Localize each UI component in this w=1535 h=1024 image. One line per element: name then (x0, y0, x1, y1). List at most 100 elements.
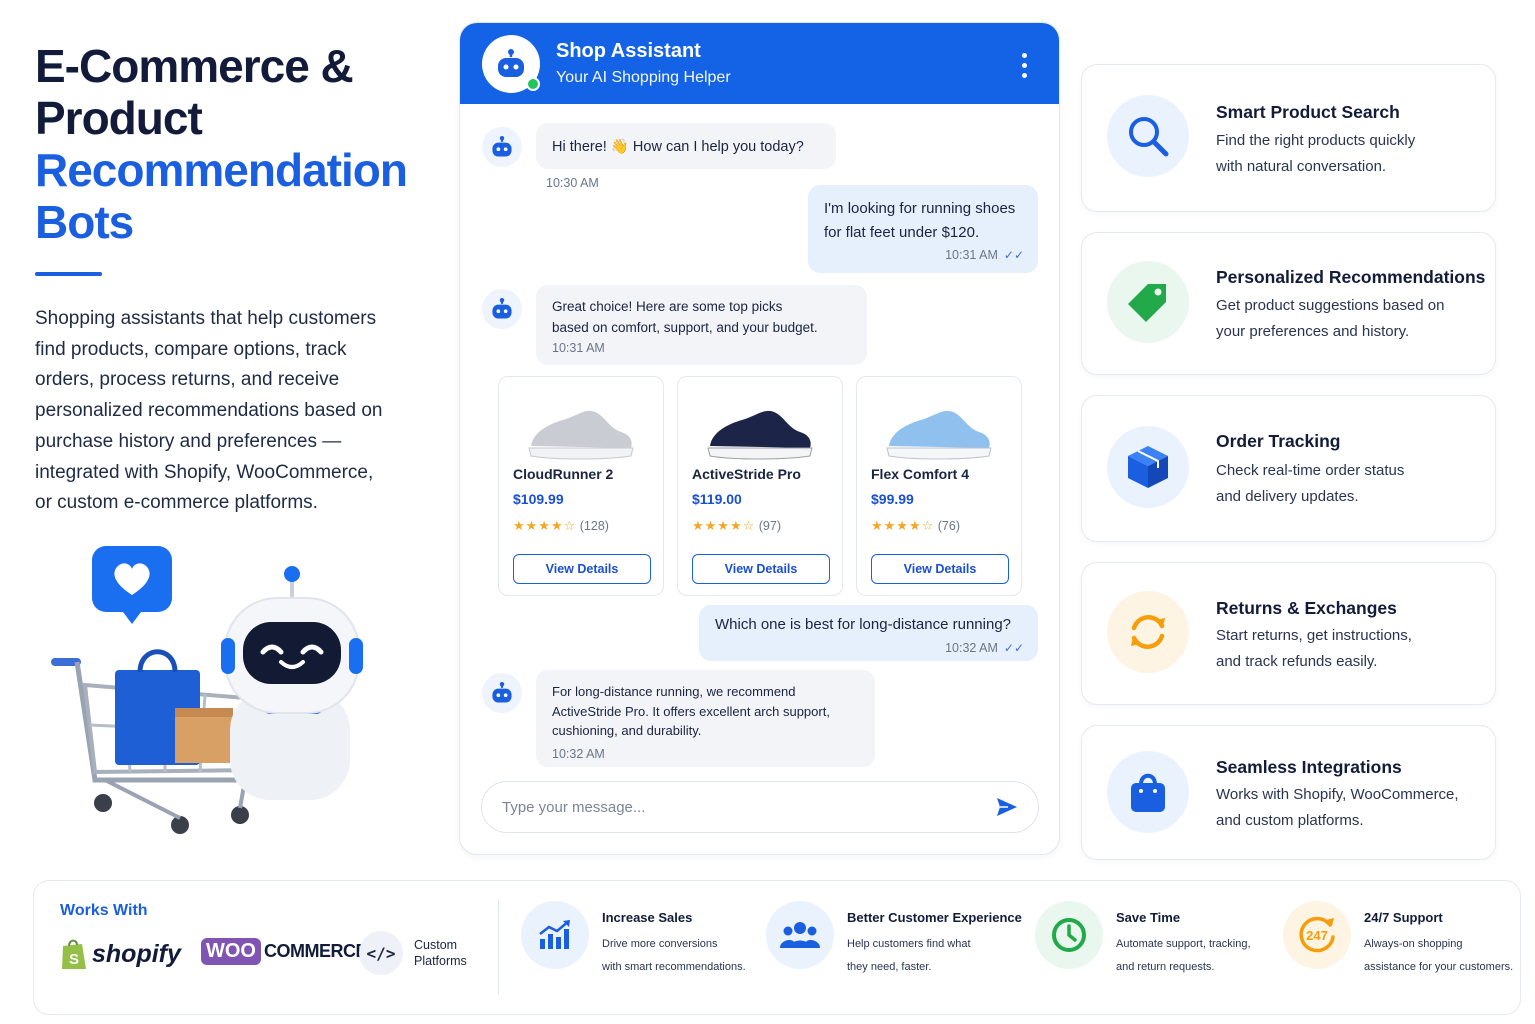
product-name: ActiveStride Pro (692, 466, 801, 482)
robot-mascot-icon (221, 566, 363, 800)
chat-title: Shop Assistant (556, 40, 701, 62)
feature-description: Get product suggestions based on your pre… (1216, 297, 1445, 340)
robot-icon (492, 682, 512, 703)
title-line-4: Bots (35, 196, 134, 248)
message-time: 10:31 AM (945, 248, 998, 262)
star-rating-icon: ★★★★☆ (513, 518, 577, 533)
view-details-button[interactable]: View Details (692, 554, 830, 584)
svg-text:247: 247 (1306, 928, 1328, 943)
tag-icon (1107, 261, 1189, 343)
product-rating: ★★★★☆ (76) (871, 518, 960, 533)
bot-message-avatar (482, 673, 522, 713)
search-icon (1107, 95, 1189, 177)
robot-icon (492, 298, 512, 319)
benefit-title: Better Customer Experience (847, 910, 1022, 925)
feature-title: Personalized Recommendations (1216, 267, 1486, 287)
view-details-button[interactable]: View Details (513, 554, 651, 584)
benefit-title: Save Time (1116, 910, 1181, 925)
product-rating: ★★★★☆ (128) (513, 518, 609, 533)
robot-icon (498, 48, 524, 77)
message-time: 10:32 AM (552, 746, 605, 761)
heart-bubble-icon (92, 546, 172, 624)
bot-message-avatar (482, 289, 522, 329)
page-title: E-Commerce & Product Recommendation Bots (35, 40, 435, 248)
send-icon[interactable] (996, 797, 1018, 817)
online-status-dot (526, 76, 540, 91)
shoe-image (499, 377, 663, 462)
star-rating-icon: ★★★★☆ (692, 518, 756, 533)
robot-shopping-cart-illustration (51, 546, 363, 834)
more-options-icon[interactable] (1022, 53, 1027, 78)
feature-description: Find the right products quickly with natu… (1216, 132, 1416, 175)
benefit-description: Drive more conversions with smart recomme… (602, 938, 746, 973)
message-composer (481, 781, 1039, 833)
product-card-cloudrunner-2[interactable]: CloudRunner 2 $109.99 ★★★★☆ (128) View D… (498, 376, 664, 596)
product-rating: ★★★★☆ (97) (692, 518, 781, 533)
title-underline (35, 272, 102, 276)
shopify-logo: S shopify (60, 937, 181, 971)
benefit-title: Increase Sales (602, 910, 693, 925)
product-name: CloudRunner 2 (513, 466, 614, 482)
feature-card-smart-product-search: Smart Product Search Find the right prod… (1081, 64, 1496, 212)
star-rating-icon: ★★★★☆ (871, 518, 935, 533)
feature-card-personalized-recommendations: Personalized Recommendations Get product… (1081, 232, 1496, 375)
title-line-3: Recommendation (35, 144, 408, 196)
title-line-2: Product (35, 92, 203, 144)
product-name: Flex Comfort 4 (871, 466, 970, 482)
users-icon (766, 901, 834, 969)
message-time: 10:30 AM (546, 176, 599, 190)
product-card-activestride-pro[interactable]: ActiveStride Pro $119.00 ★★★★☆ (97) View… (677, 376, 843, 596)
feature-title: Order Tracking (1216, 431, 1341, 451)
clock-icon (1035, 901, 1103, 969)
feature-description: Start returns, get instructions, and trac… (1216, 627, 1412, 670)
bot-message: For long-distance running, we recommend … (536, 670, 875, 767)
chat-subtitle: Your AI Shopping Helper (556, 69, 731, 86)
shopping-bag-icon (1107, 751, 1189, 833)
read-check-icon: ✓✓ (1003, 641, 1024, 655)
integrations-benefits-bar: Works With S shopify WOO COMMERCE </> Cu… (33, 880, 1521, 1015)
feature-card-seamless-integrations: Seamless Integrations Works with Shopify… (1081, 725, 1496, 860)
feature-description: Works with Shopify, WooCommerce, and cust… (1216, 786, 1459, 829)
feature-card-order-tracking: Order Tracking Check real-time order sta… (1081, 395, 1496, 542)
product-card-flex-comfort-4[interactable]: Flex Comfort 4 $99.99 ★★★★☆ (76) View De… (856, 376, 1022, 596)
bot-message: Great choice! Here are some top picks ba… (536, 285, 867, 365)
benefit-description: Help customers find what they need, faste… (847, 938, 971, 973)
feature-title: Seamless Integrations (1216, 757, 1402, 777)
hero-section: E-Commerce & Product Recommendation Bots… (35, 40, 435, 519)
chat-widget: Shop Assistant Your AI Shopping Helper H… (459, 22, 1060, 855)
product-price: $109.99 (513, 491, 564, 507)
product-price: $99.99 (871, 491, 914, 507)
message-time: 10:32 AM (945, 641, 998, 655)
benefit-description: Always-on shopping assistance for your cu… (1364, 938, 1514, 973)
works-with-label: Works With (60, 902, 148, 919)
shopify-bag-icon: S (62, 939, 86, 969)
feature-title: Smart Product Search (1216, 102, 1400, 122)
shoe-image (857, 377, 1021, 462)
product-price: $119.00 (692, 491, 742, 507)
svg-text:S: S (69, 951, 79, 968)
robot-icon (492, 136, 512, 157)
refresh-icon (1107, 591, 1189, 673)
user-message: I'm looking for running shoes for flat f… (808, 185, 1038, 273)
support-247-icon: 247 (1283, 901, 1351, 969)
chart-icon (521, 901, 589, 969)
box-icon (1107, 426, 1189, 508)
shoe-image (678, 377, 842, 462)
user-message: Which one is best for long-distance runn… (699, 605, 1038, 661)
code-icon: </> (359, 931, 403, 975)
hero-description: Shopping assistants that help customers … (35, 308, 383, 514)
custom-platforms-label: Custom Platforms (414, 938, 467, 968)
bot-message-avatar (482, 127, 522, 167)
bot-avatar (482, 34, 540, 93)
benefit-title: 24/7 Support (1364, 910, 1443, 925)
benefit-description: Automate support, tracking, and return re… (1116, 938, 1251, 973)
divider (498, 899, 499, 995)
message-input[interactable] (502, 798, 996, 816)
view-details-button[interactable]: View Details (871, 554, 1009, 584)
read-check-icon: ✓✓ (1003, 248, 1024, 262)
feature-description: Check real-time order status and delivery… (1216, 462, 1405, 505)
woocommerce-logo: WOO COMMERCE (201, 938, 368, 965)
feature-card-returns-exchanges: Returns & Exchanges Start returns, get i… (1081, 562, 1496, 705)
title-line-1: E-Commerce & (35, 40, 354, 92)
bot-message: Hi there! 👋 How can I help you today? (536, 123, 836, 169)
